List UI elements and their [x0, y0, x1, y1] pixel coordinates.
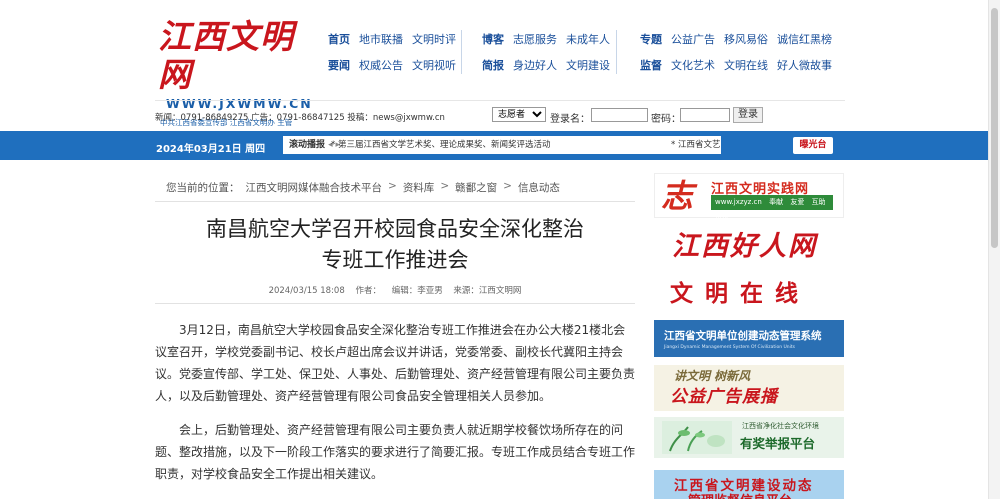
nav-blog[interactable]: 博客 [482, 33, 504, 46]
login-bar: 新闻：0791-86849275 广告：0791-86847125 投稿：new… [155, 106, 845, 126]
password-label: 密码： [651, 114, 681, 125]
nav-row: 专题 公益广告 移风易俗 诚信红黑榜 [640, 33, 832, 46]
nav-customs[interactable]: 移风易俗 [724, 33, 768, 46]
nav-topics[interactable]: 专题 [640, 33, 662, 46]
nav-micro-stories[interactable]: 好人微故事 [777, 59, 832, 72]
breadcrumb-separator: > [440, 180, 450, 192]
nav-media[interactable]: 文明视听 [412, 59, 456, 72]
article-paragraph: 会上，后勤管理处、资产经营管理有限公司主要负责人就近期学校餐饮场所存在的问题、整… [155, 423, 636, 481]
article-paragraph: 3月12日，南昌航空大学校园食品安全深化整治专班工作推进会在办公大楼21楼北会议… [155, 323, 636, 403]
banner-tagline: 江西省净化社会文化环境 [742, 422, 819, 430]
banner-report-platform[interactable]: 江西省净化社会文化环境 有奖举报平台 [654, 417, 844, 458]
article-author: 作者： [355, 286, 381, 296]
article-editor: 编辑：李亚男 [391, 286, 443, 296]
nav-group-2: 博客 志愿服务 未成年人 简报 身边好人 文明建设 [482, 33, 610, 85]
username-label: 登录名： [550, 114, 590, 125]
banner-title: 江西省文明单位创建动态管理系统 [664, 330, 822, 342]
banner-civil-dynamics[interactable]: 江西省文明建设动态 管理监督信息平台 [654, 470, 844, 499]
breadcrumb-item[interactable]: 资料库 [403, 180, 435, 195]
nav-culture-art[interactable]: 文化艺术 [671, 59, 715, 72]
role-select[interactable]: 志愿者 [492, 107, 546, 122]
exposure-button[interactable]: 曝光台 [793, 137, 833, 154]
nav-supervision[interactable]: 监督 [640, 59, 662, 72]
nav-row: 首页 地市联播 文明时评 [328, 33, 456, 46]
banner-slogan: 友爱 [790, 198, 805, 206]
nav-row: 简报 身边好人 文明建设 [482, 59, 610, 72]
breadcrumb-separator: > [388, 180, 397, 192]
news-ticker[interactable]: 滚动播报 ◂ ▸ * 第三届江西省文学艺术奖、理论成果奖、新闻奖评选活动 * 江… [283, 136, 721, 154]
breadcrumb: 您当前的位置： 江西文明网媒体融合技术平台 > 资料库 > 赣鄱之窗 > 信息动… [166, 180, 560, 195]
banner-subtitle: 管理监督信息平台 [688, 490, 792, 499]
article-body: 3月12日，南昌航空大学校园食品安全深化整治专班工作推进会在办公大楼21楼北会议… [155, 319, 635, 497]
banner-title: 有奖举报平台 [740, 436, 816, 451]
page: 江西文明网 WWW.JXWMW.CN 中共江西省委宣传部 江西省文明办 主管 首… [0, 0, 1000, 499]
breadcrumb-item[interactable]: 赣鄱之窗 [455, 180, 497, 195]
nav-divider [616, 30, 617, 74]
username-input[interactable] [591, 108, 648, 122]
nav-group-1: 首页 地市联播 文明时评 要闻 权威公告 文明视听 [328, 33, 456, 85]
breadcrumb-divider [155, 201, 635, 202]
nav-civil-online[interactable]: 文明在线 [724, 59, 768, 72]
plant-illustration-icon [662, 421, 732, 454]
banner-unit-management[interactable]: 江西省文明单位创建动态管理系统 Jiangxi Dynamic Manageme… [654, 320, 844, 357]
nav-credit-list[interactable]: 诚信红黑榜 [777, 33, 832, 46]
banner-civil-online[interactable]: 文明在线 [654, 268, 844, 313]
banner-civil-practice[interactable]: 志 江西文明实践网 www.jxzyz.cn 奉献 友爱 互助 进步 [654, 173, 844, 221]
ticker-item[interactable]: * 第三届江西省文学艺术奖、理论成果奖、新闻奖评选活动 [331, 136, 550, 154]
nav-row: 监督 文化艺术 文明在线 好人微故事 [640, 59, 832, 72]
login-button[interactable]: 登录 [733, 107, 763, 123]
article-title-line: 专班工作推进会 [321, 248, 469, 272]
banner-url: www.jxzyz.cn [715, 198, 762, 206]
article-title: 南昌航空大学召开校园食品安全深化整治 专班工作推进会 [155, 214, 635, 276]
article-date: 2024/03/15 18:08 [268, 286, 345, 296]
page-scrollbar[interactable] [988, 0, 1000, 499]
breadcrumb-prefix: 您当前的位置： [166, 182, 240, 194]
banner-slogan-strip: www.jxzyz.cn 奉献 友爱 互助 进步 [711, 195, 833, 221]
banner-public-ads[interactable]: 讲文明 树新风 公益广告展播 [654, 365, 844, 411]
nav-civil-commentary[interactable]: 文明时评 [412, 33, 456, 46]
nav-headlines[interactable]: 要闻 [328, 59, 350, 72]
breadcrumb-item[interactable]: 江西文明网媒体融合技术平台 [246, 180, 383, 195]
nav-public-ads[interactable]: 公益广告 [671, 33, 715, 46]
breadcrumb-item[interactable]: 信息动态 [518, 180, 560, 195]
banner-title: 文明在线 [670, 281, 810, 307]
nav-civil-building[interactable]: 文明建设 [566, 59, 610, 72]
logo-text: 江西文明网 [158, 17, 294, 94]
password-input[interactable] [680, 108, 730, 122]
nav-minors[interactable]: 未成年人 [566, 33, 610, 46]
nav-group-3: 专题 公益广告 移风易俗 诚信红黑榜 监督 文化艺术 文明在线 好人微故事 [640, 33, 832, 85]
scrollbar-thumb[interactable] [991, 8, 998, 248]
nav-good-people[interactable]: 身边好人 [513, 59, 557, 72]
nav-briefs[interactable]: 简报 [482, 59, 504, 72]
banner-title: 公益广告展播 [670, 387, 778, 407]
banner-title: 江西好人网 [672, 231, 817, 262]
nav-city-news[interactable]: 地市联播 [359, 33, 403, 46]
volunteer-logo-icon: 志 [661, 177, 694, 215]
banner-slogan: 互助 [811, 198, 826, 206]
article-title-line: 南昌航空大学召开校园食品安全深化整治 [206, 217, 584, 241]
ticker-label-text: 滚动播报 [289, 140, 326, 150]
nav-divider [461, 30, 462, 74]
banner-subtitle: Jiangxi Dynamic Management System Of Civ… [664, 345, 795, 350]
nav-announcements[interactable]: 权威公告 [359, 59, 403, 72]
banner-slogan: 进步 [715, 213, 729, 221]
date-ticker-bar: 2024年03月21日 周四 滚动播报 ◂ ▸ * 第三届江西省文学艺术奖、理论… [0, 131, 988, 160]
meta-divider [155, 303, 635, 304]
article-meta: 2024/03/15 18:08 作者： 编辑：李亚男 来源：江西文明网 [155, 284, 635, 296]
current-date: 2024年03月21日 周四 [156, 144, 266, 155]
banner-slogan: 奉献 [769, 198, 784, 206]
header-divider [155, 100, 845, 101]
nav-row: 博客 志愿服务 未成年人 [482, 33, 610, 46]
banner-good-people[interactable]: 江西好人网 [654, 224, 844, 262]
nav-volunteer[interactable]: 志愿服务 [513, 33, 557, 46]
ticker-item[interactable]: * 江西省文艺 [671, 136, 720, 154]
contact-info: 新闻：0791-86849275 广告：0791-86847125 投稿：new… [155, 113, 445, 123]
nav-row: 要闻 权威公告 文明视听 [328, 59, 456, 72]
nav-home[interactable]: 首页 [328, 33, 350, 46]
breadcrumb-separator: > [503, 180, 512, 192]
article-source: 来源：江西文明网 [453, 286, 522, 296]
